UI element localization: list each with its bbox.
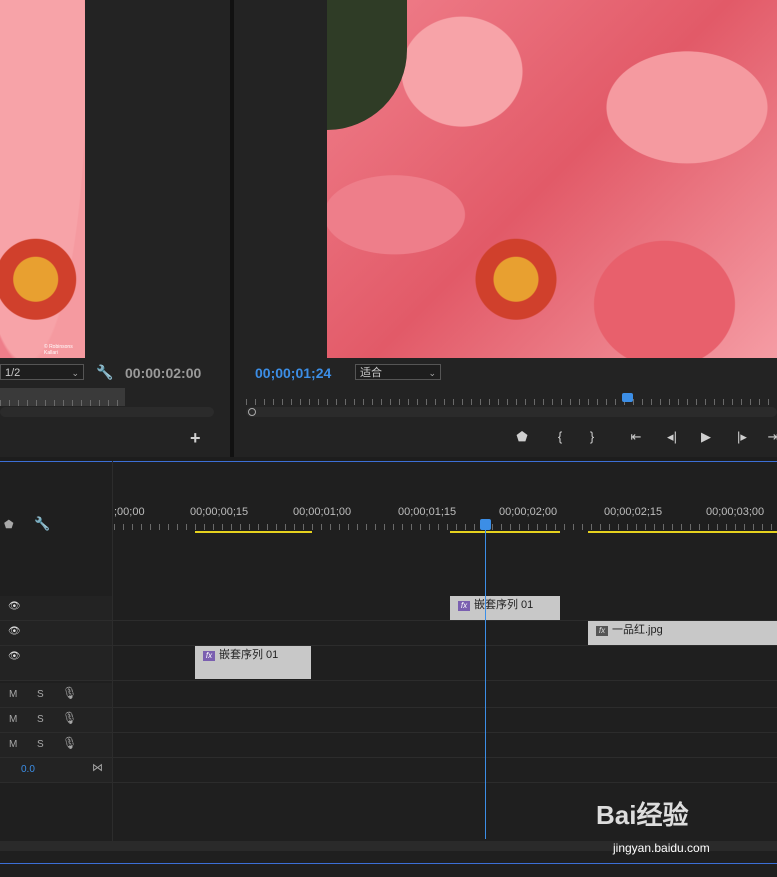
panel-focus-line [0, 461, 777, 462]
fx-icon: fx [596, 626, 608, 636]
clip-label: 嵌套序列 01 [219, 649, 279, 661]
marker-icon[interactable]: ⬟ [513, 429, 531, 445]
go-to-in-icon[interactable]: ⇤ [627, 429, 645, 445]
program-timecode[interactable]: 00;00;01;24 [255, 365, 331, 381]
eye-icon[interactable]: 👁 [8, 626, 21, 637]
timeline-wrench-icon[interactable]: 🔧 [34, 516, 50, 532]
playhead-line [485, 529, 486, 839]
solo-button[interactable]: S [37, 739, 44, 750]
go-to-out-icon[interactable]: ⇥ [764, 429, 777, 445]
ruler-label: 00;00;01;00 [293, 506, 352, 518]
ruler-label: 00;00;01;15 [398, 506, 457, 518]
jump-to-edges-icon[interactable]: ⋈ [92, 761, 103, 774]
audio-track-2: M S 🎙 [0, 708, 777, 733]
audio-track-3: M S 🎙 [0, 733, 777, 758]
microphone-icon[interactable]: 🎙 [62, 711, 77, 725]
step-forward-icon[interactable]: |▸ [733, 429, 751, 445]
fit-select[interactable]: 适合 ⌄ [355, 364, 441, 380]
out-point-icon[interactable]: } [583, 429, 601, 445]
panel-bottom-line [0, 863, 777, 864]
timeline-panel: ⬟ 🔧 ;00;00 00;00;00;15 00;00;01;00 00;00… [0, 461, 777, 877]
mute-button[interactable]: M [9, 739, 17, 750]
source-zoom-value: 1/2 [5, 367, 21, 379]
source-watermark: © Robinsons Kallari [44, 344, 73, 356]
source-video-frame: © Robinsons Kallari [0, 0, 85, 358]
scroll-handle[interactable] [248, 408, 256, 416]
ruler-label: 00;00;03;00 [706, 506, 765, 518]
video-track-1: 👁 [0, 646, 777, 681]
work-area-bar[interactable] [195, 531, 312, 533]
solo-button[interactable]: S [37, 689, 44, 700]
mute-button[interactable]: M [9, 689, 17, 700]
fx-icon: fx [203, 651, 215, 661]
watermark-url: jingyan.baidu.com [613, 841, 710, 855]
image-clip[interactable]: fx 一品红.jpg [588, 621, 777, 645]
eye-icon[interactable]: 👁 [8, 601, 21, 612]
source-zoom-scroll[interactable] [0, 407, 214, 417]
program-ruler [246, 399, 777, 405]
marker-tool-icon[interactable]: ⬟ [4, 518, 14, 531]
ruler-label: 00;00;02;00 [499, 506, 558, 518]
microphone-icon[interactable]: 🎙 [62, 686, 77, 700]
microphone-icon[interactable]: 🎙 [62, 736, 77, 750]
work-area-bar[interactable] [588, 531, 777, 533]
program-playhead[interactable] [622, 393, 633, 402]
ruler-label: 00;00;00;15 [190, 506, 249, 518]
eye-icon[interactable]: 👁 [8, 651, 21, 662]
mute-button[interactable]: M [9, 714, 17, 725]
audio-track-1: M S 🎙 [0, 683, 777, 708]
nested-sequence-clip[interactable]: fx 嵌套序列 01 [195, 646, 311, 679]
source-monitor: © Robinsons Kallari 1/2 ⌄ 🔧 00:00:02:00 + [0, 0, 230, 457]
source-zoom-select[interactable]: 1/2 ⌄ [0, 364, 84, 380]
fit-select-value: 适合 [360, 367, 382, 379]
baidu-logo: Bai经验 [596, 800, 689, 830]
ruler-label: ;00;00 [114, 506, 145, 518]
in-point-icon[interactable]: { [551, 429, 569, 445]
fx-icon: fx [458, 601, 470, 611]
wrench-icon[interactable]: 🔧 [96, 364, 113, 381]
program-zoom-scroll[interactable] [246, 407, 777, 417]
program-video-frame [327, 0, 777, 358]
clip-label: 一品红.jpg [612, 624, 663, 636]
work-area-bar[interactable] [450, 531, 560, 533]
ruler-label: 00;00;02;15 [604, 506, 663, 518]
source-scrub-bar[interactable] [0, 388, 125, 406]
master-volume[interactable]: 0.0 [21, 764, 35, 775]
clip-label: 嵌套序列 01 [474, 599, 534, 611]
master-track: 0.0 ⋈ [0, 758, 777, 783]
source-timecode: 00:00:02:00 [125, 365, 202, 381]
video-track-3: 👁 [0, 596, 777, 621]
add-button[interactable]: + [190, 428, 201, 449]
solo-button[interactable]: S [37, 714, 44, 725]
program-monitor: 00;00;01;24 适合 ⌄ ⬟ { } ⇤ ◂| ▶ |▸ ⇥ [234, 0, 777, 457]
timeline-ruler[interactable] [114, 524, 777, 530]
step-back-icon[interactable]: ◂| [663, 429, 681, 445]
play-icon[interactable]: ▶ [697, 429, 715, 445]
nested-sequence-clip[interactable]: fx 嵌套序列 01 [450, 596, 560, 620]
